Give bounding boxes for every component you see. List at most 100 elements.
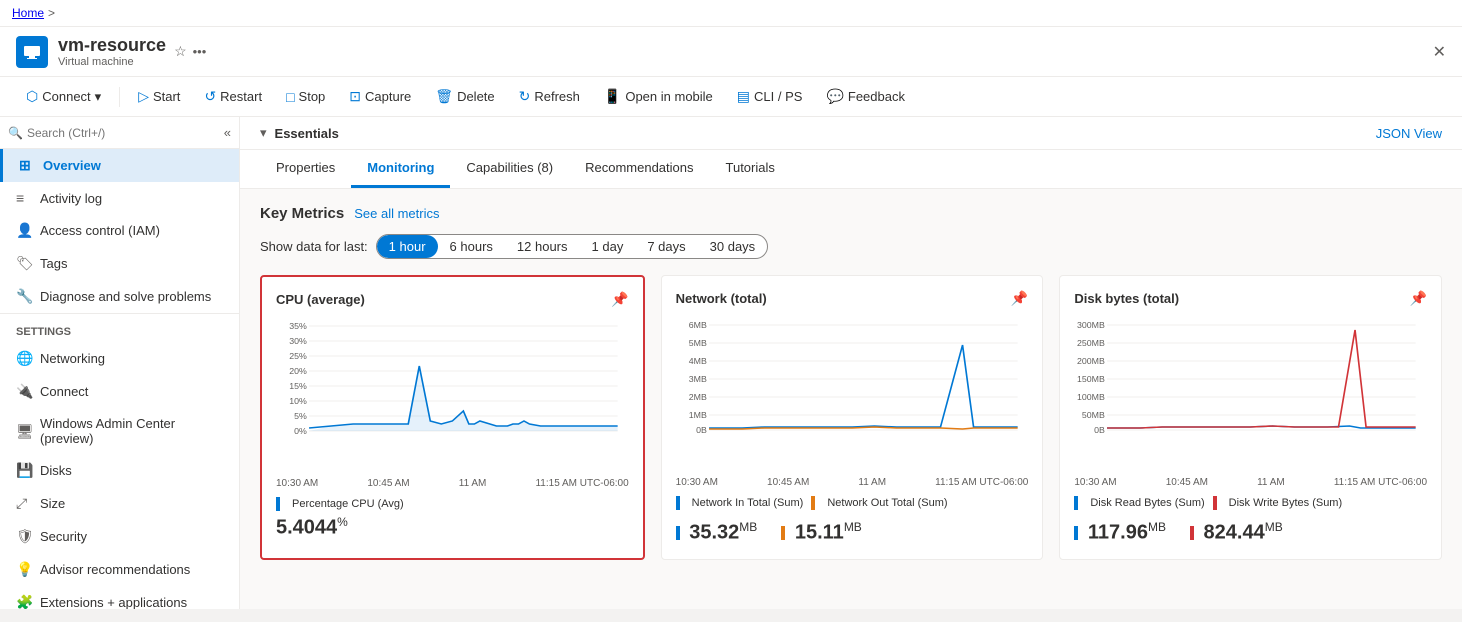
time-btn-1day[interactable]: 1 day: [580, 235, 636, 258]
essentials-bar: ▾ Essentials JSON View: [240, 117, 1462, 150]
svg-text:300MB: 300MB: [1077, 320, 1105, 330]
search-input[interactable]: [27, 126, 220, 140]
tab-properties[interactable]: Properties: [260, 150, 351, 188]
sidebar-item-connect[interactable]: 🔌 Connect: [0, 375, 239, 408]
connect-s-icon: 🔌: [16, 383, 32, 400]
access-control-icon: 👤: [16, 222, 32, 239]
sidebar-item-diagnose[interactable]: 🔧 Diagnose and solve problems: [0, 280, 239, 313]
refresh-button[interactable]: ↻ Refresh: [509, 83, 590, 110]
restart-button[interactable]: ↺ Restart: [194, 83, 272, 110]
sidebar-item-networking[interactable]: 🌐 Networking: [0, 342, 239, 375]
time-range-buttons: 1 hour 6 hours 12 hours 1 day 7 days 30 …: [376, 234, 769, 259]
network-in-legend-label: Network In Total (Sum): [692, 497, 804, 509]
time-btn-30days[interactable]: 30 days: [698, 235, 768, 258]
sidebar-item-access-control-label: Access control (IAM): [40, 223, 160, 238]
svg-text:0B: 0B: [1094, 425, 1105, 435]
sidebar-item-extensions[interactable]: 🧩 Extensions + applications: [0, 586, 239, 609]
feedback-button[interactable]: 💬 Feedback: [816, 83, 915, 110]
tab-monitoring[interactable]: Monitoring: [351, 150, 450, 188]
connect-button[interactable]: ⬡ Connect ▾: [16, 83, 111, 110]
show-data-label: Show data for last:: [260, 239, 368, 254]
cpu-legend: Percentage CPU (Avg): [276, 497, 629, 511]
cpu-pin-icon[interactable]: 📌: [611, 291, 628, 308]
sidebar-item-security[interactable]: 🛡 Security: [0, 520, 239, 553]
delete-label: Delete: [457, 89, 495, 104]
open-mobile-button[interactable]: 📱 Open in mobile: [594, 83, 723, 110]
svg-text:0%: 0%: [294, 426, 307, 436]
sidebar-item-access-control[interactable]: 👤 Access control (IAM): [0, 214, 239, 247]
sidebar-item-windows-admin-label: Windows Admin Center (preview): [40, 416, 223, 446]
cpu-chart-area: 35% 30% 25% 20% 15% 10% 5% 0%: [276, 316, 629, 476]
tab-tutorials[interactable]: Tutorials: [710, 150, 791, 188]
svg-text:250MB: 250MB: [1077, 338, 1105, 348]
more-options-icon[interactable]: •••: [193, 44, 207, 59]
see-all-metrics-link[interactable]: See all metrics: [354, 206, 439, 221]
open-mobile-icon: 📱: [604, 88, 621, 105]
close-icon[interactable]: ✕: [1433, 42, 1446, 62]
essentials-chevron-icon[interactable]: ▾: [260, 125, 267, 141]
sidebar-item-disks[interactable]: 💾 Disks: [0, 454, 239, 487]
sidebar-item-size[interactable]: ⤢ Size: [0, 487, 239, 520]
sidebar-item-advisor[interactable]: 💡 Advisor recommendations: [0, 553, 239, 586]
disk-read-legend-label: Disk Read Bytes (Sum): [1090, 497, 1204, 509]
disk-read-unit: MB: [1148, 520, 1166, 534]
chart-cpu[interactable]: CPU (average) 📌: [260, 275, 645, 560]
tab-recommendations[interactable]: Recommendations: [569, 150, 709, 188]
svg-text:1MB: 1MB: [688, 410, 707, 420]
svg-text:35%: 35%: [289, 321, 307, 331]
breadcrumb-home[interactable]: Home: [12, 6, 44, 20]
disk-pin-icon[interactable]: 📌: [1410, 290, 1427, 307]
feedback-icon: 💬: [826, 88, 843, 105]
feedback-label: Feedback: [848, 89, 905, 104]
capture-icon: ⊡: [349, 88, 361, 105]
time-btn-6hours[interactable]: 6 hours: [438, 235, 505, 258]
sidebar-search-container: 🔍 «: [0, 117, 239, 149]
tab-capabilities[interactable]: Capabilities (8): [450, 150, 569, 188]
main-content: ▾ Essentials JSON View Properties Monito…: [240, 117, 1462, 609]
disk-values: 117.96MB 824.44MB: [1074, 516, 1427, 545]
sidebar-item-tags[interactable]: 🏷 Tags: [0, 247, 239, 280]
sidebar-item-advisor-label: Advisor recommendations: [40, 562, 190, 577]
time-btn-7days[interactable]: 7 days: [635, 235, 697, 258]
cpu-value: 5.4044%: [276, 515, 629, 540]
restart-label: Restart: [220, 89, 262, 104]
cpu-chart-svg: 35% 30% 25% 20% 15% 10% 5% 0%: [276, 316, 629, 456]
cpu-x-labels: 10:30 AM 10:45 AM 11 AM 11:15 AM UTC-06:…: [276, 478, 629, 489]
sidebar-item-activity-log[interactable]: ≡ Activity log: [0, 182, 239, 214]
disk-x-labels: 10:30 AM 10:45 AM 11 AM 11:15 AM UTC-06:…: [1074, 477, 1427, 488]
time-btn-1hour[interactable]: 1 hour: [377, 235, 438, 258]
capture-button[interactable]: ⊡ Capture: [339, 83, 421, 110]
delete-button[interactable]: 🗑 Delete: [425, 83, 504, 110]
main-layout: 🔍 « ⊞ Overview ≡ Activity log 👤 Access c…: [0, 117, 1462, 609]
network-chart-header: Network (total) 📌: [676, 290, 1029, 307]
sidebar-item-size-label: Size: [40, 496, 65, 511]
advisor-icon: 💡: [16, 561, 32, 578]
network-pin-icon[interactable]: 📌: [1011, 290, 1028, 307]
sidebar-item-connect-label: Connect: [40, 384, 88, 399]
sidebar-item-activity-log-label: Activity log: [40, 191, 102, 206]
sidebar-item-windows-admin[interactable]: 🖥 Windows Admin Center (preview): [0, 408, 239, 454]
json-view-link[interactable]: JSON View: [1376, 126, 1442, 141]
sidebar-item-networking-label: Networking: [40, 351, 105, 366]
toolbar: ⬡ Connect ▾ ▷ Start ↺ Restart □ Stop ⊡ C…: [0, 77, 1462, 117]
breadcrumb: Home >: [0, 0, 1462, 27]
start-button[interactable]: ▷ Start: [128, 83, 190, 110]
security-icon: 🛡: [16, 528, 32, 545]
chart-network[interactable]: Network (total) 📌 6MB: [661, 275, 1044, 560]
cpu-legend-bar: [276, 497, 280, 511]
time-btn-12hours[interactable]: 12 hours: [505, 235, 580, 258]
disk-chart-area: 300MB 250MB 200MB 150MB 100MB 50MB 0B: [1074, 315, 1427, 475]
cli-ps-button[interactable]: ▤ CLI / PS: [727, 83, 813, 110]
favorite-star-icon[interactable]: ☆: [174, 43, 187, 60]
disk-write-legend-label: Disk Write Bytes (Sum): [1229, 497, 1342, 509]
collapse-icon[interactable]: «: [224, 125, 231, 140]
capture-label: Capture: [365, 89, 411, 104]
sidebar-item-overview[interactable]: ⊞ Overview: [0, 149, 239, 182]
stop-button[interactable]: □ Stop: [276, 84, 335, 110]
disk-read-value: 117.96MB: [1074, 520, 1166, 545]
chart-disk[interactable]: Disk bytes (total) 📌 300MB: [1059, 275, 1442, 560]
sidebar-item-overview-label: Overview: [43, 158, 101, 173]
disk-legend: Disk Read Bytes (Sum) Disk Write Bytes (…: [1074, 496, 1427, 510]
svg-text:100MB: 100MB: [1077, 392, 1105, 402]
connect-icon: ⬡: [26, 88, 38, 105]
